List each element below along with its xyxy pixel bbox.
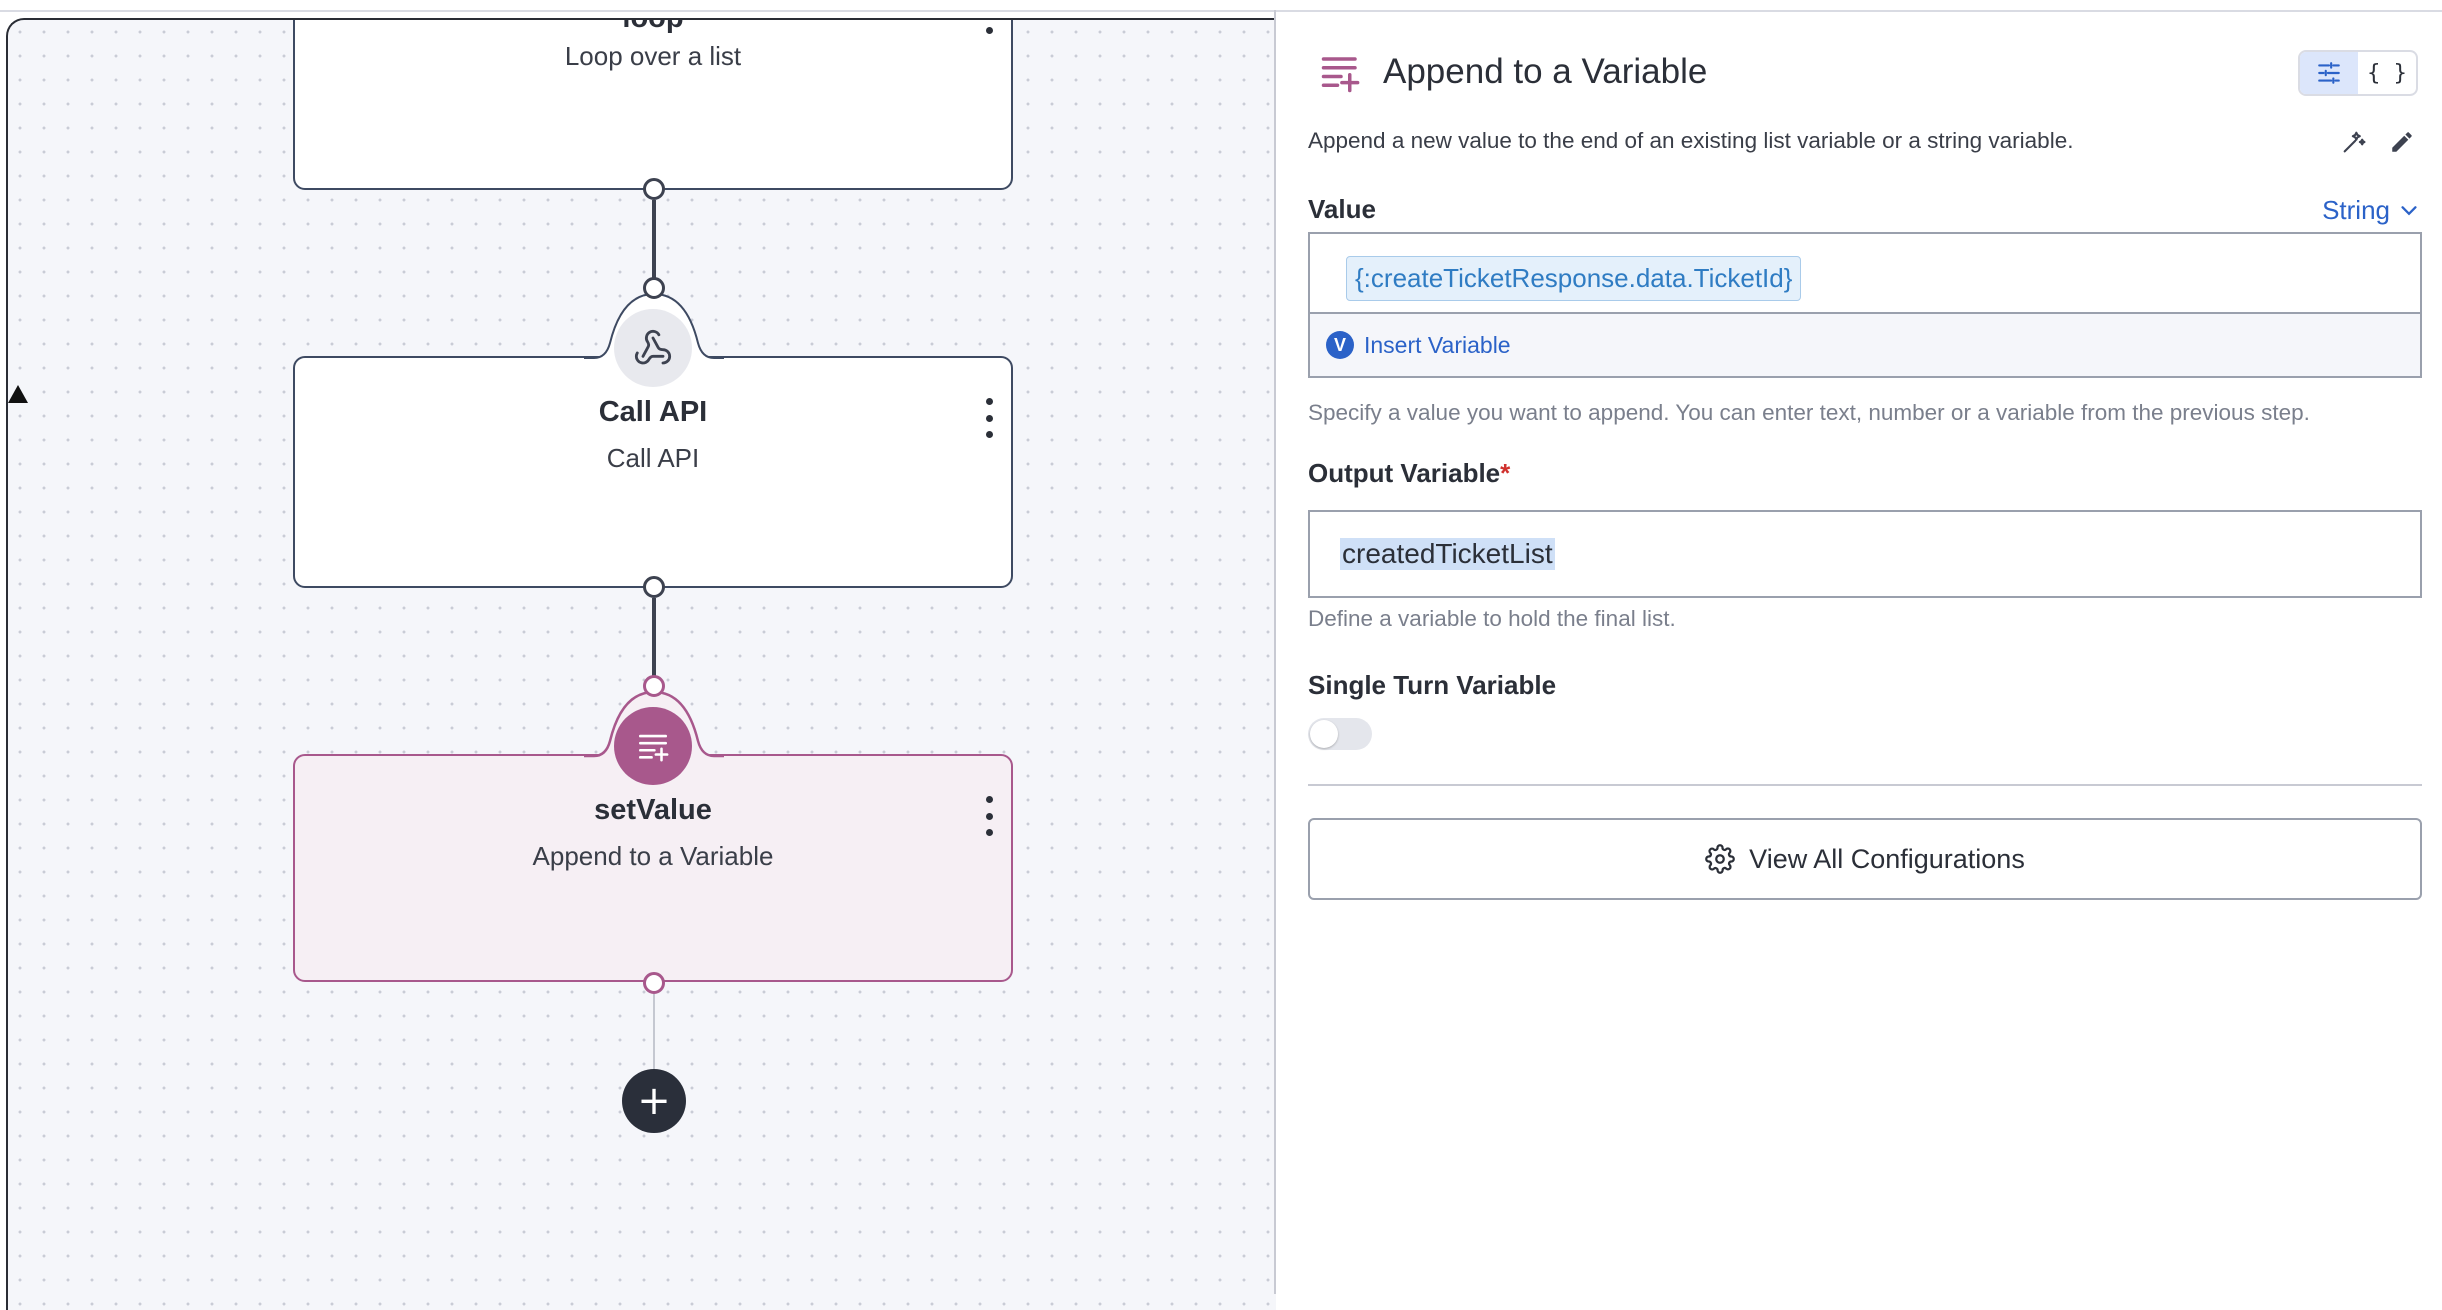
- node-subtitle: Loop over a list: [564, 41, 742, 71]
- workflow-canvas[interactable]: loop Loop over a list Call API Call API …: [6, 18, 1276, 1310]
- variable-chip[interactable]: {:createTicketResponse.data.TicketId}: [1346, 256, 1802, 301]
- input-port[interactable]: [643, 277, 665, 299]
- node-loop[interactable]: loop Loop over a list: [293, 18, 1013, 190]
- single-turn-label: Single Turn Variable: [1308, 670, 1557, 700]
- toggle-knob: [1310, 720, 1338, 748]
- connector-line: [653, 994, 655, 1069]
- gear-icon: [1705, 844, 1736, 874]
- output-port[interactable]: [643, 178, 665, 200]
- section-divider: [1308, 784, 2422, 786]
- view-mode-toggle[interactable]: { }: [2298, 50, 2418, 96]
- flow-arrowhead: [8, 385, 28, 403]
- view-all-configurations-button[interactable]: View All Configurations: [1308, 818, 2422, 900]
- input-port[interactable]: [643, 675, 665, 697]
- output-port[interactable]: [643, 576, 665, 598]
- output-help-text: Define a variable to hold the final list…: [1308, 606, 1676, 631]
- node-subtitle: Append to a Variable: [532, 841, 774, 871]
- pencil-icon[interactable]: [2386, 126, 2418, 158]
- panel-description: Append a new value to the end of an exis…: [1308, 128, 2074, 153]
- node-title: loop: [622, 18, 684, 34]
- output-variable-value: createdTicketList: [1340, 538, 1555, 570]
- node-menu-button[interactable]: [985, 398, 993, 438]
- node-call-api[interactable]: Call API Call API: [293, 356, 1013, 588]
- value-type-dropdown[interactable]: String: [2322, 195, 2420, 226]
- insert-variable-label: Insert Variable: [1364, 331, 1511, 358]
- node-subtitle: Call API: [606, 443, 700, 473]
- output-port[interactable]: [643, 972, 665, 994]
- top-border: [0, 0, 2442, 12]
- node-title: Call API: [598, 396, 708, 428]
- insert-variable-button[interactable]: V Insert Variable: [1310, 312, 2420, 376]
- value-help-text: Specify a value you want to append. You …: [1308, 400, 2310, 425]
- value-label: Value: [1308, 194, 1376, 224]
- sliders-icon: [2318, 62, 2340, 84]
- magic-wand-icon[interactable]: [2338, 126, 2370, 158]
- view-all-configurations-label: View All Configurations: [1749, 843, 2025, 874]
- value-input[interactable]: {:createTicketResponse.data.TicketId} V …: [1308, 232, 2422, 378]
- output-variable-input[interactable]: createdTicketList: [1308, 510, 2422, 598]
- webhook-icon: [614, 309, 692, 387]
- add-step-button[interactable]: +: [622, 1069, 686, 1133]
- append-list-icon: [1321, 57, 1360, 93]
- form-view-button[interactable]: [2300, 52, 2358, 94]
- node-set-value[interactable]: setValue Append to a Variable: [293, 754, 1013, 982]
- required-mark: *: [1500, 458, 1511, 488]
- json-view-button[interactable]: { }: [2358, 52, 2416, 94]
- step-config-panel: Append to a Variable { } Append a new va…: [1276, 12, 2442, 1294]
- single-turn-toggle[interactable]: [1308, 718, 1372, 750]
- panel-title: Append to a Variable: [1383, 52, 1708, 91]
- variable-badge-icon: V: [1326, 331, 1354, 359]
- append-list-icon: [614, 707, 692, 785]
- connector-line: [652, 598, 656, 686]
- output-variable-label: Output Variable*: [1308, 458, 1511, 488]
- chevron-down-icon: [2401, 205, 2417, 215]
- node-menu-button[interactable]: [985, 20, 993, 34]
- node-title: setValue: [594, 794, 712, 826]
- value-type-label: String: [2322, 195, 2390, 225]
- node-menu-button[interactable]: [985, 796, 993, 836]
